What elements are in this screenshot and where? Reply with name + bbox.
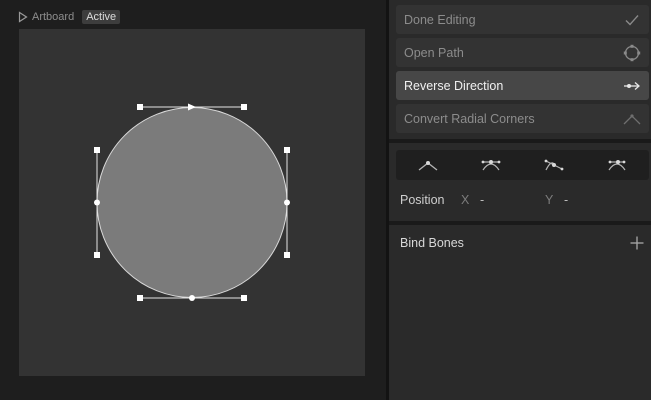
vertex-type-mirrored[interactable] [459,150,522,180]
handle-point [284,147,290,153]
handle-point [94,147,100,153]
vertex-point [94,199,100,206]
ellipse-shape[interactable] [96,107,288,298]
reverse-direction-icon [624,82,640,90]
detached-vertex-icon [544,159,564,171]
handle-point [94,252,100,258]
convert-radial-corners-button[interactable]: Convert Radial Corners [396,104,649,133]
y-axis-label: Y [545,193,554,207]
straight-vertex-icon [418,161,438,171]
mirrored-vertex-icon [481,160,501,171]
checkmark-icon [625,15,639,26]
shape-canvas [94,103,290,301]
bind-bones-title: Bind Bones [400,236,464,250]
inspector-panel: Done Editing Open Path Reverse Direction [389,0,651,400]
radial-corner-icon [623,114,641,125]
done-editing-button[interactable]: Done Editing [396,5,649,34]
handle-point [241,295,247,301]
handle-point [241,104,247,110]
x-value-field[interactable]: - [480,193,545,207]
artboard[interactable] [19,29,365,376]
vertex-type-asymmetric[interactable] [586,150,649,180]
position-row: Position X - Y - [400,192,629,208]
vertex-type-straight[interactable] [396,150,459,180]
action-label: Reverse Direction [404,78,504,93]
stage: Artboard Active [0,0,386,400]
open-path-icon [623,44,641,62]
action-label: Open Path [404,45,464,60]
vertex-section: Position X - Y - [389,143,651,221]
artboard-label: Artboard [32,11,75,23]
bind-bones-section: Bind Bones [389,225,651,400]
vertex-point [284,199,290,206]
artboard-tag[interactable]: Artboard Active [18,9,121,25]
vertex-point [189,295,195,301]
handle-point [137,104,143,110]
action-label: Done Editing [404,12,476,27]
artboard-status-badge: Active [82,10,121,24]
vertex-type-group [396,150,649,180]
path-actions: Done Editing Open Path Reverse Direction [389,0,651,139]
reverse-direction-button[interactable]: Reverse Direction [396,71,649,100]
action-label: Convert Radial Corners [404,111,535,126]
handle-point [137,295,143,301]
open-path-button[interactable]: Open Path [396,38,649,67]
asymmetric-vertex-icon [608,160,626,171]
y-value-field[interactable]: - [564,193,629,207]
add-bone-plus-icon[interactable] [629,235,645,251]
vertex-type-detached[interactable] [523,150,586,180]
artboard-play-icon [18,11,28,23]
x-axis-label: X [461,193,470,207]
handle-point [284,252,290,258]
position-label: Position [400,193,445,207]
